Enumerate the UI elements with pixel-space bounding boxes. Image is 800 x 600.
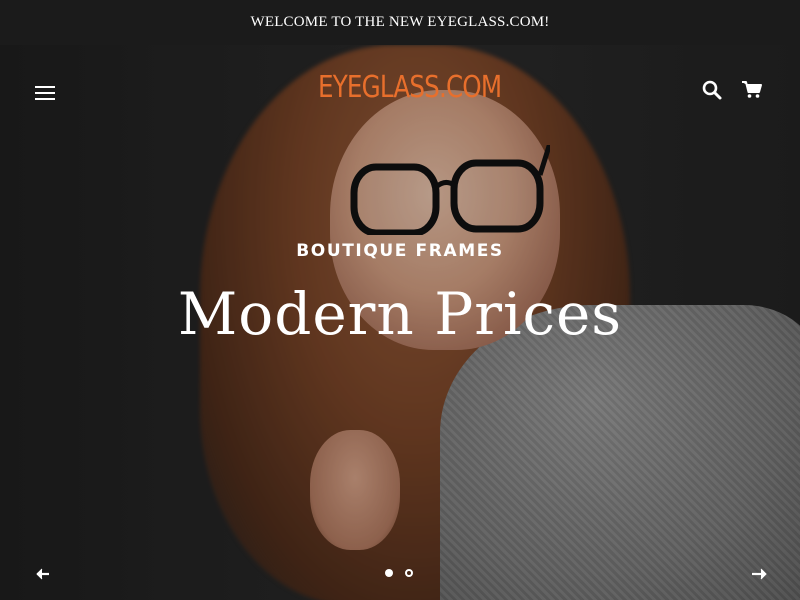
search-button[interactable] bbox=[700, 78, 724, 102]
announcement-bar: WELCOME TO THE NEW EYEGLASS.COM! bbox=[0, 0, 800, 45]
previous-slide-button[interactable] bbox=[32, 562, 56, 586]
search-icon bbox=[702, 80, 722, 100]
slide-dot-1[interactable] bbox=[385, 569, 393, 577]
shopping-cart-icon bbox=[742, 81, 762, 98]
announcement-text: WELCOME TO THE NEW EYEGLASS.COM! bbox=[250, 14, 550, 30]
menu-button[interactable] bbox=[30, 80, 60, 106]
hamburger-menu-icon-line-3 bbox=[35, 98, 55, 100]
hamburger-menu-icon-line-2 bbox=[35, 92, 55, 94]
slide-subtitle: BOUTIQUE FRAMES bbox=[296, 241, 504, 261]
hamburger-menu-icon bbox=[35, 86, 55, 88]
slide-pagination bbox=[383, 568, 419, 580]
arrow-left-icon bbox=[36, 568, 49, 580]
arrow-right-icon bbox=[752, 568, 767, 580]
slide-dot-2[interactable] bbox=[405, 569, 413, 577]
slide-caption: BOUTIQUE FRAMES Modern Prices bbox=[0, 236, 800, 348]
site-logo[interactable]: EYEGLASS.COM bbox=[318, 70, 502, 105]
cart-button[interactable] bbox=[740, 78, 764, 102]
next-slide-button[interactable] bbox=[747, 562, 771, 586]
slide-title: Modern Prices bbox=[177, 280, 623, 348]
site-header: EYEGLASS.COM bbox=[0, 45, 800, 140]
